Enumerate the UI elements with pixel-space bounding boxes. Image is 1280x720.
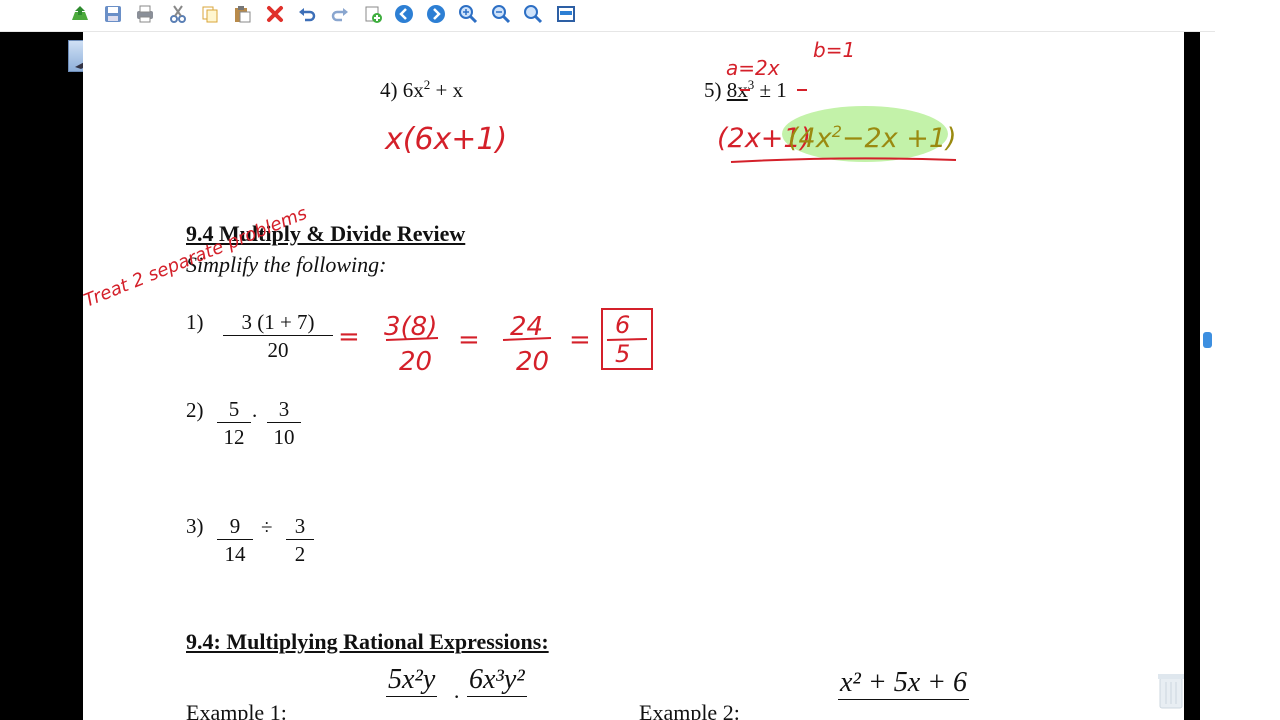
answer-box [601, 308, 653, 370]
save-icon[interactable] [102, 3, 124, 25]
problem-number: 5) [704, 78, 722, 102]
work-q1-b-num: 24 [510, 312, 543, 342]
q3-fraction-a: 9 14 [217, 513, 253, 568]
highlight-mark [782, 106, 948, 162]
numerator: 3 [267, 396, 301, 423]
q1-fraction: 3 (1 + 7) 20 [223, 309, 333, 364]
cut-icon[interactable] [167, 3, 189, 25]
denominator: 20 [267, 338, 289, 362]
work-q1-b-den: 20 [516, 347, 549, 377]
scrollbar[interactable] [1200, 32, 1215, 720]
example2-numerator: x² + 5x + 6 [838, 667, 970, 700]
work-q1-answer-den: 5 [615, 340, 630, 368]
section2-title: 9.4: Multiplying Rational Expressions: [186, 629, 549, 654]
denominator: 14 [224, 542, 246, 566]
svg-text:=: = [458, 325, 480, 355]
numerator: 9 [217, 513, 253, 540]
section-title: 9.4 Multiply & Divide Review [186, 221, 466, 246]
redo-icon[interactable] [329, 3, 351, 25]
expression: 8x [726, 78, 748, 102]
screen-icon[interactable] [555, 3, 577, 25]
q3-operator: ÷ [261, 515, 273, 539]
right-panel [1215, 0, 1280, 720]
fraction-bar [385, 337, 439, 341]
forward-icon[interactable] [425, 3, 447, 25]
work-q1-a-den: 20 [399, 347, 432, 377]
work-p4: x(6x+1) [384, 122, 507, 157]
copy-icon[interactable] [199, 3, 221, 25]
note-b: b=1 [813, 38, 855, 62]
handwriting-layer: x(6x+1) a=2x b=1 (2x+1) (4x2−2x +1) Trea… [83, 38, 957, 377]
problem-number: 4) [380, 78, 398, 102]
scrollbar-thumb[interactable] [1203, 332, 1212, 348]
work-q1-a-num: 3(8) [384, 312, 437, 342]
svg-text:=: = [338, 322, 360, 352]
print-icon[interactable] [134, 3, 156, 25]
section-subtitle: Simplify the following: [186, 252, 387, 277]
fraction-bar [606, 338, 648, 341]
denominator: 2 [294, 542, 306, 566]
q1-number: 1) [186, 310, 204, 334]
work-q1-answer-num: 6 [615, 311, 630, 339]
underline-mark [730, 157, 957, 163]
undo-icon[interactable] [296, 3, 318, 25]
expression-rest: ± 1 [754, 78, 787, 102]
notebook-page[interactable]: 4) 6x2 + x 5) 8x3 ± 1 9.4 Multiply & Div… [83, 32, 1184, 720]
zoom-in-icon[interactable] [457, 3, 479, 25]
q2-number: 2) [186, 398, 204, 422]
numerator: 3 [286, 513, 314, 540]
zoom-fit-icon[interactable] [522, 3, 544, 25]
toolbar [0, 0, 1215, 32]
expression: 6x [402, 78, 424, 102]
svg-text:=: = [569, 325, 591, 355]
denominator: 10 [273, 425, 295, 449]
zoom-out-icon[interactable] [490, 3, 512, 25]
example1-numerator-a: 5x²y [386, 664, 438, 697]
delete-icon[interactable] [264, 3, 286, 25]
open-icon[interactable] [69, 3, 91, 25]
q3-fraction-b: 3 2 [286, 513, 314, 568]
expression-rest: + x [430, 78, 464, 102]
add-page-icon[interactable] [362, 3, 384, 25]
paste-icon[interactable] [231, 3, 253, 25]
example1-label: Example 1: [186, 700, 287, 720]
problem-4: 4) 6x2 + x [380, 77, 463, 103]
numerator: 3 (1 + 7) [223, 309, 333, 336]
q2-operator: . [252, 398, 258, 422]
problem-5: 5) 8x3 ± 1 [704, 77, 787, 103]
trash-icon[interactable] [1156, 670, 1186, 710]
q2-fraction-a: 5 12 [217, 396, 251, 451]
work-p5-factor1: (2x+1) [717, 123, 811, 154]
denominator: 12 [223, 425, 245, 449]
fraction-bar [502, 337, 552, 341]
q2-fraction-b: 3 10 [267, 396, 301, 451]
example2-label: Example 2: [639, 700, 740, 720]
numerator: 5 [217, 396, 251, 423]
example1-dot: · [453, 684, 461, 709]
example1-numerator-b: 6x³y² [467, 664, 527, 697]
work-p5-factor2: (4x2−2x +1) [788, 122, 957, 154]
back-icon[interactable] [393, 3, 415, 25]
q3-number: 3) [186, 514, 204, 538]
